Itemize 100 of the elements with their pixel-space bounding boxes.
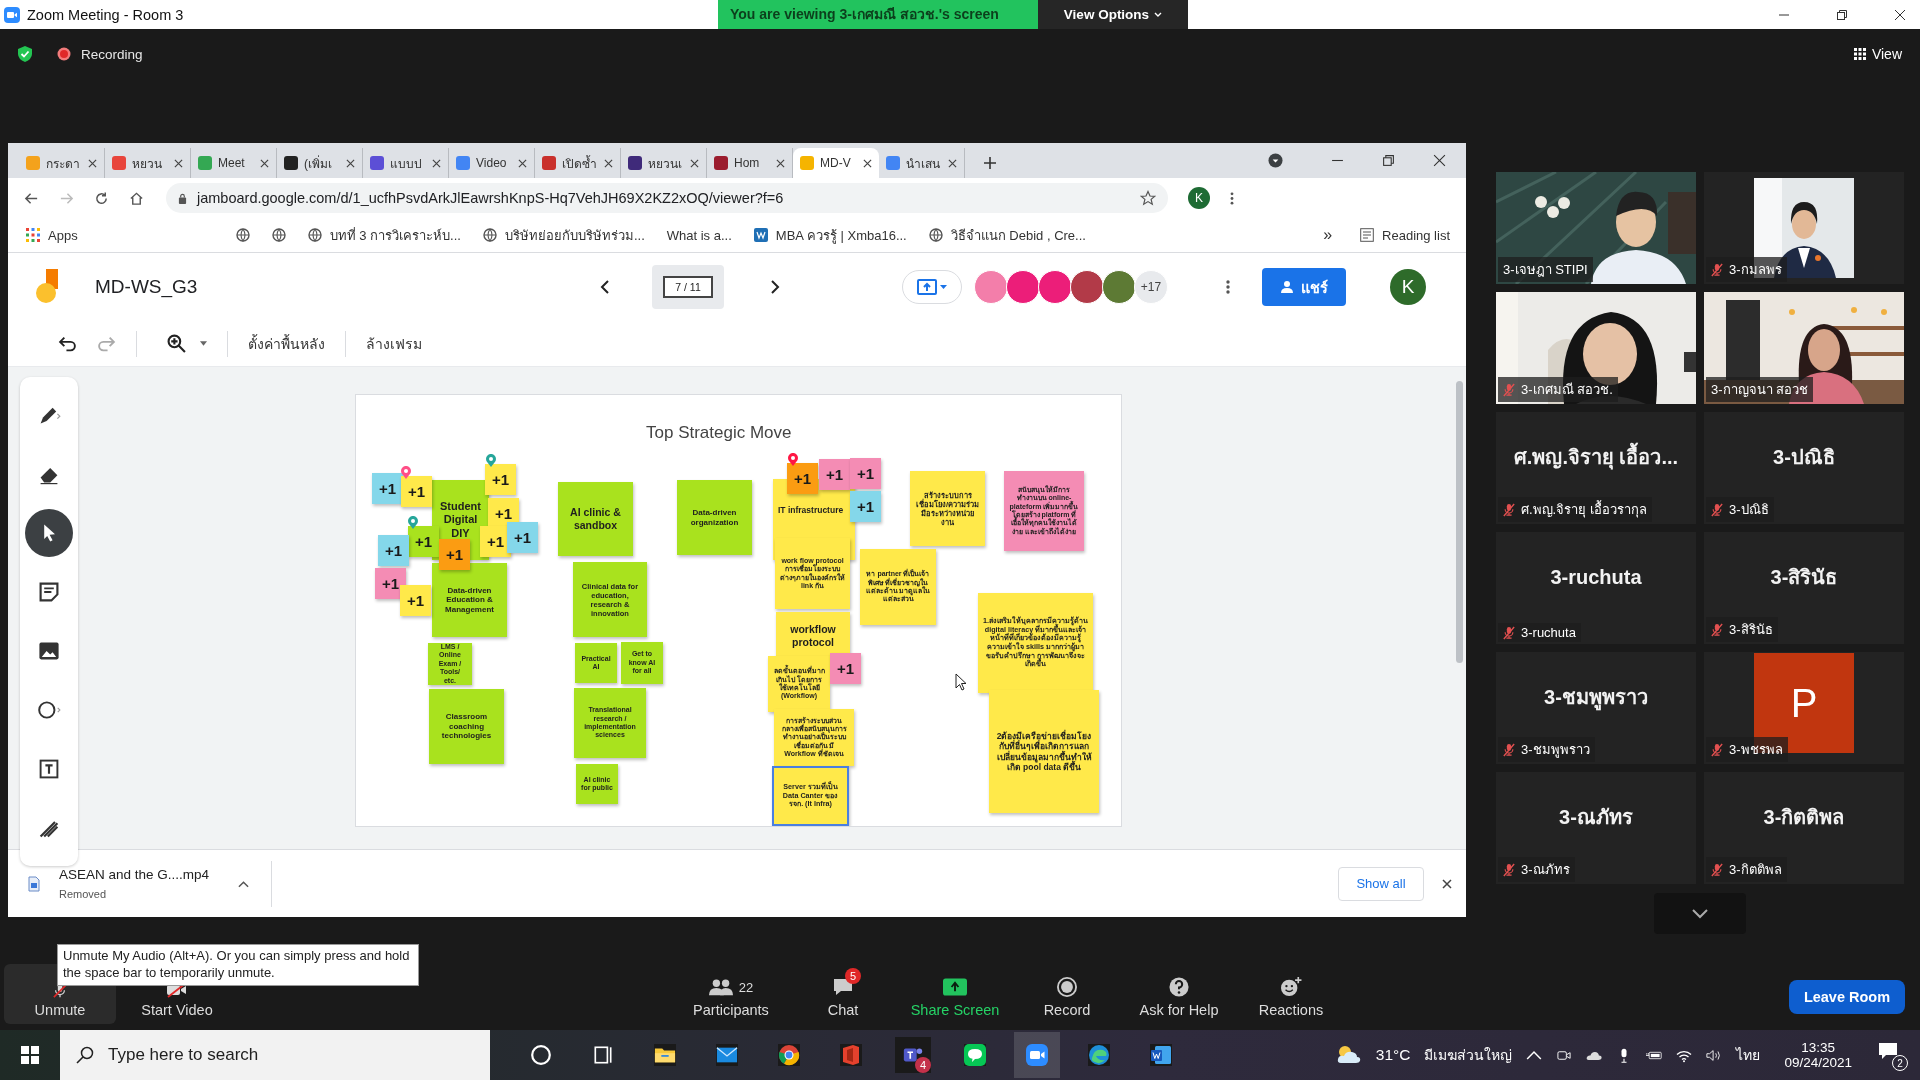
shield-icon[interactable] — [17, 45, 33, 63]
sticky-note[interactable]: Data-driven organization — [677, 480, 752, 555]
video-tile[interactable]: 3-ณภัทร 3-ณภัทร — [1496, 772, 1696, 884]
vote-sticker[interactable]: +1 — [439, 539, 470, 570]
video-tile[interactable]: 3-ปณิธิ 3-ปณิธิ — [1704, 412, 1904, 524]
circle-icon[interactable] — [530, 1044, 552, 1066]
browser-tab[interactable]: นำเสน — [879, 148, 965, 178]
reload-icon[interactable] — [94, 190, 109, 206]
browser-tab[interactable]: Video — [449, 148, 535, 178]
caret-icon[interactable] — [200, 341, 207, 346]
clock[interactable]: 13:35 09/24/2021 — [1784, 1040, 1852, 1070]
close-icon[interactable] — [1894, 8, 1906, 21]
weather-text[interactable]: มีเมฆส่วนใหญ่ — [1424, 1044, 1513, 1066]
star-icon[interactable] — [1140, 190, 1156, 206]
document-icon[interactable] — [1150, 1044, 1172, 1066]
vote-sticker[interactable]: +1 — [400, 585, 431, 616]
close-icon[interactable] — [88, 158, 97, 168]
close-icon[interactable] — [776, 158, 785, 168]
vote-sticker[interactable]: +1 — [787, 463, 818, 494]
search-field[interactable]: Type here to search — [60, 1030, 490, 1080]
vote-sticker[interactable]: +1 — [378, 535, 409, 566]
video-tile[interactable]: 3-กมลพร — [1704, 172, 1904, 284]
profile-avatar[interactable]: K — [1390, 269, 1426, 305]
vote-sticker[interactable]: +1 — [850, 458, 881, 489]
close-icon[interactable] — [948, 158, 957, 168]
toolbar-button[interactable]: Share Screen — [899, 964, 1011, 1024]
close-icon[interactable] — [1442, 878, 1452, 889]
envelope-icon[interactable] — [716, 1044, 738, 1066]
view-button[interactable]: View — [1853, 46, 1902, 62]
chevron-left-icon[interactable] — [600, 280, 610, 294]
sticky-note[interactable]: workflow protocol — [776, 612, 850, 659]
video-tile[interactable]: 3-กิตติพล 3-กิตติพล — [1704, 772, 1904, 884]
undo-icon[interactable] — [58, 335, 77, 352]
browser-tab[interactable]: หยวนเ — [621, 148, 707, 178]
app-icon[interactable] — [840, 1044, 862, 1066]
more-icon[interactable] — [1230, 190, 1234, 206]
profile-avatar[interactable]: K — [1188, 187, 1210, 209]
notification-button[interactable]: 2 — [1876, 1039, 1908, 1071]
video-tile[interactable]: 3-ruchuta 3-ruchuta — [1496, 532, 1696, 644]
video-tile[interactable]: 3-สิรินัธ 3-สิรินัธ — [1704, 532, 1904, 644]
bookmark[interactable]: MBA ควรรู้ | Xmba16... — [753, 224, 907, 246]
sticky-note[interactable]: Classroom coaching technologies — [429, 689, 504, 764]
browser-tab[interactable]: MD-V — [793, 148, 879, 178]
close-icon[interactable] — [863, 158, 872, 168]
zoom-in-icon[interactable] — [167, 334, 186, 353]
weather-icon[interactable] — [1335, 1045, 1362, 1065]
leave-room-button[interactable]: Leave Room — [1789, 980, 1905, 1014]
close-icon[interactable] — [1433, 154, 1446, 167]
close-icon[interactable] — [174, 158, 183, 168]
vote-sticker[interactable]: +1 — [819, 459, 850, 490]
folder-icon[interactable] — [654, 1044, 676, 1066]
browser-icon[interactable] — [1088, 1044, 1110, 1066]
chevron-up-icon[interactable] — [238, 879, 249, 888]
close-icon[interactable] — [518, 158, 527, 168]
language-indicator[interactable]: ไทย — [1736, 1044, 1761, 1066]
vote-sticker[interactable]: +1 — [850, 491, 881, 522]
temperature[interactable]: 31°C — [1375, 1046, 1411, 1064]
toolbar-button[interactable]: Record — [1011, 964, 1123, 1024]
toolbar-button[interactable]: 22 Participants — [675, 964, 787, 1024]
vote-sticker[interactable]: +1 — [830, 653, 861, 684]
browser-tab[interactable]: Hom — [707, 148, 793, 178]
toolbar-button[interactable]: ตั้งค่าพื้นหลัง — [248, 332, 325, 355]
sticky-note[interactable]: AI clinic & sandbox — [558, 482, 633, 556]
download-filename[interactable]: ASEAN and the G....mp4 — [59, 867, 224, 882]
browser-tab[interactable]: (เพิ่มเ — [277, 148, 363, 178]
browser-tab[interactable]: กระดา — [19, 148, 105, 178]
view-options-button[interactable]: View Options — [1038, 0, 1188, 29]
teams-app[interactable]: 4 — [895, 1037, 931, 1073]
close-icon[interactable] — [346, 158, 355, 168]
video-tile[interactable]: 3-เกศมณี สอวช. — [1496, 292, 1696, 404]
tool-button[interactable] — [25, 509, 73, 557]
show-all-button[interactable]: Show all — [1338, 866, 1424, 901]
chat-bubble-icon[interactable] — [964, 1044, 986, 1066]
video-tile[interactable]: 3-ชมพูพราว 3-ชมพูพราว — [1496, 652, 1696, 764]
bookmark[interactable]: บทที่ 3 การวิเคราะห์บ... — [307, 224, 461, 246]
more-bookmarks[interactable]: » — [1323, 226, 1333, 244]
vote-sticker[interactable]: +1 — [485, 464, 516, 495]
video-tile[interactable]: 3-กาญจนา สอวช — [1704, 292, 1904, 404]
vote-sticker[interactable]: +1 — [401, 476, 432, 507]
address-bar[interactable]: jamboard.google.com/d/1_ucfhPsvdArkJlEawrshKnpS-Hq7VehJH69X2KZ2xOQ/viewer?f=6 — [166, 183, 1168, 213]
windows-icon[interactable] — [21, 1046, 39, 1064]
bookmark[interactable]: Apps — [26, 227, 78, 243]
close-icon[interactable] — [432, 158, 441, 168]
dropdown-icon[interactable] — [1268, 153, 1283, 168]
vote-sticker[interactable]: +1 — [375, 568, 406, 599]
browser-icon[interactable] — [778, 1044, 800, 1066]
toolbar-button[interactable]: ล้างเฟรม — [366, 332, 422, 355]
bookmark[interactable] — [235, 228, 250, 242]
video-tile[interactable]: P 3-พชรพล — [1704, 652, 1904, 764]
browser-tab[interactable]: แบบป — [363, 148, 449, 178]
toolbar-button[interactable]: Ask for Help — [1123, 964, 1235, 1024]
vote-sticker[interactable]: +1 — [408, 526, 439, 557]
bookmark[interactable]: วิธีจำแนก Debid , Cre... — [928, 224, 1086, 246]
home-icon[interactable] — [129, 190, 144, 206]
more-collaborators[interactable]: +17 — [1134, 270, 1168, 304]
toolbar-button[interactable]: Reactions — [1235, 964, 1347, 1024]
speaker-icon[interactable] — [1706, 1047, 1723, 1063]
bookmark[interactable]: What is a... — [666, 227, 732, 243]
close-icon[interactable] — [604, 158, 613, 168]
scrollbar[interactable] — [1456, 381, 1463, 663]
